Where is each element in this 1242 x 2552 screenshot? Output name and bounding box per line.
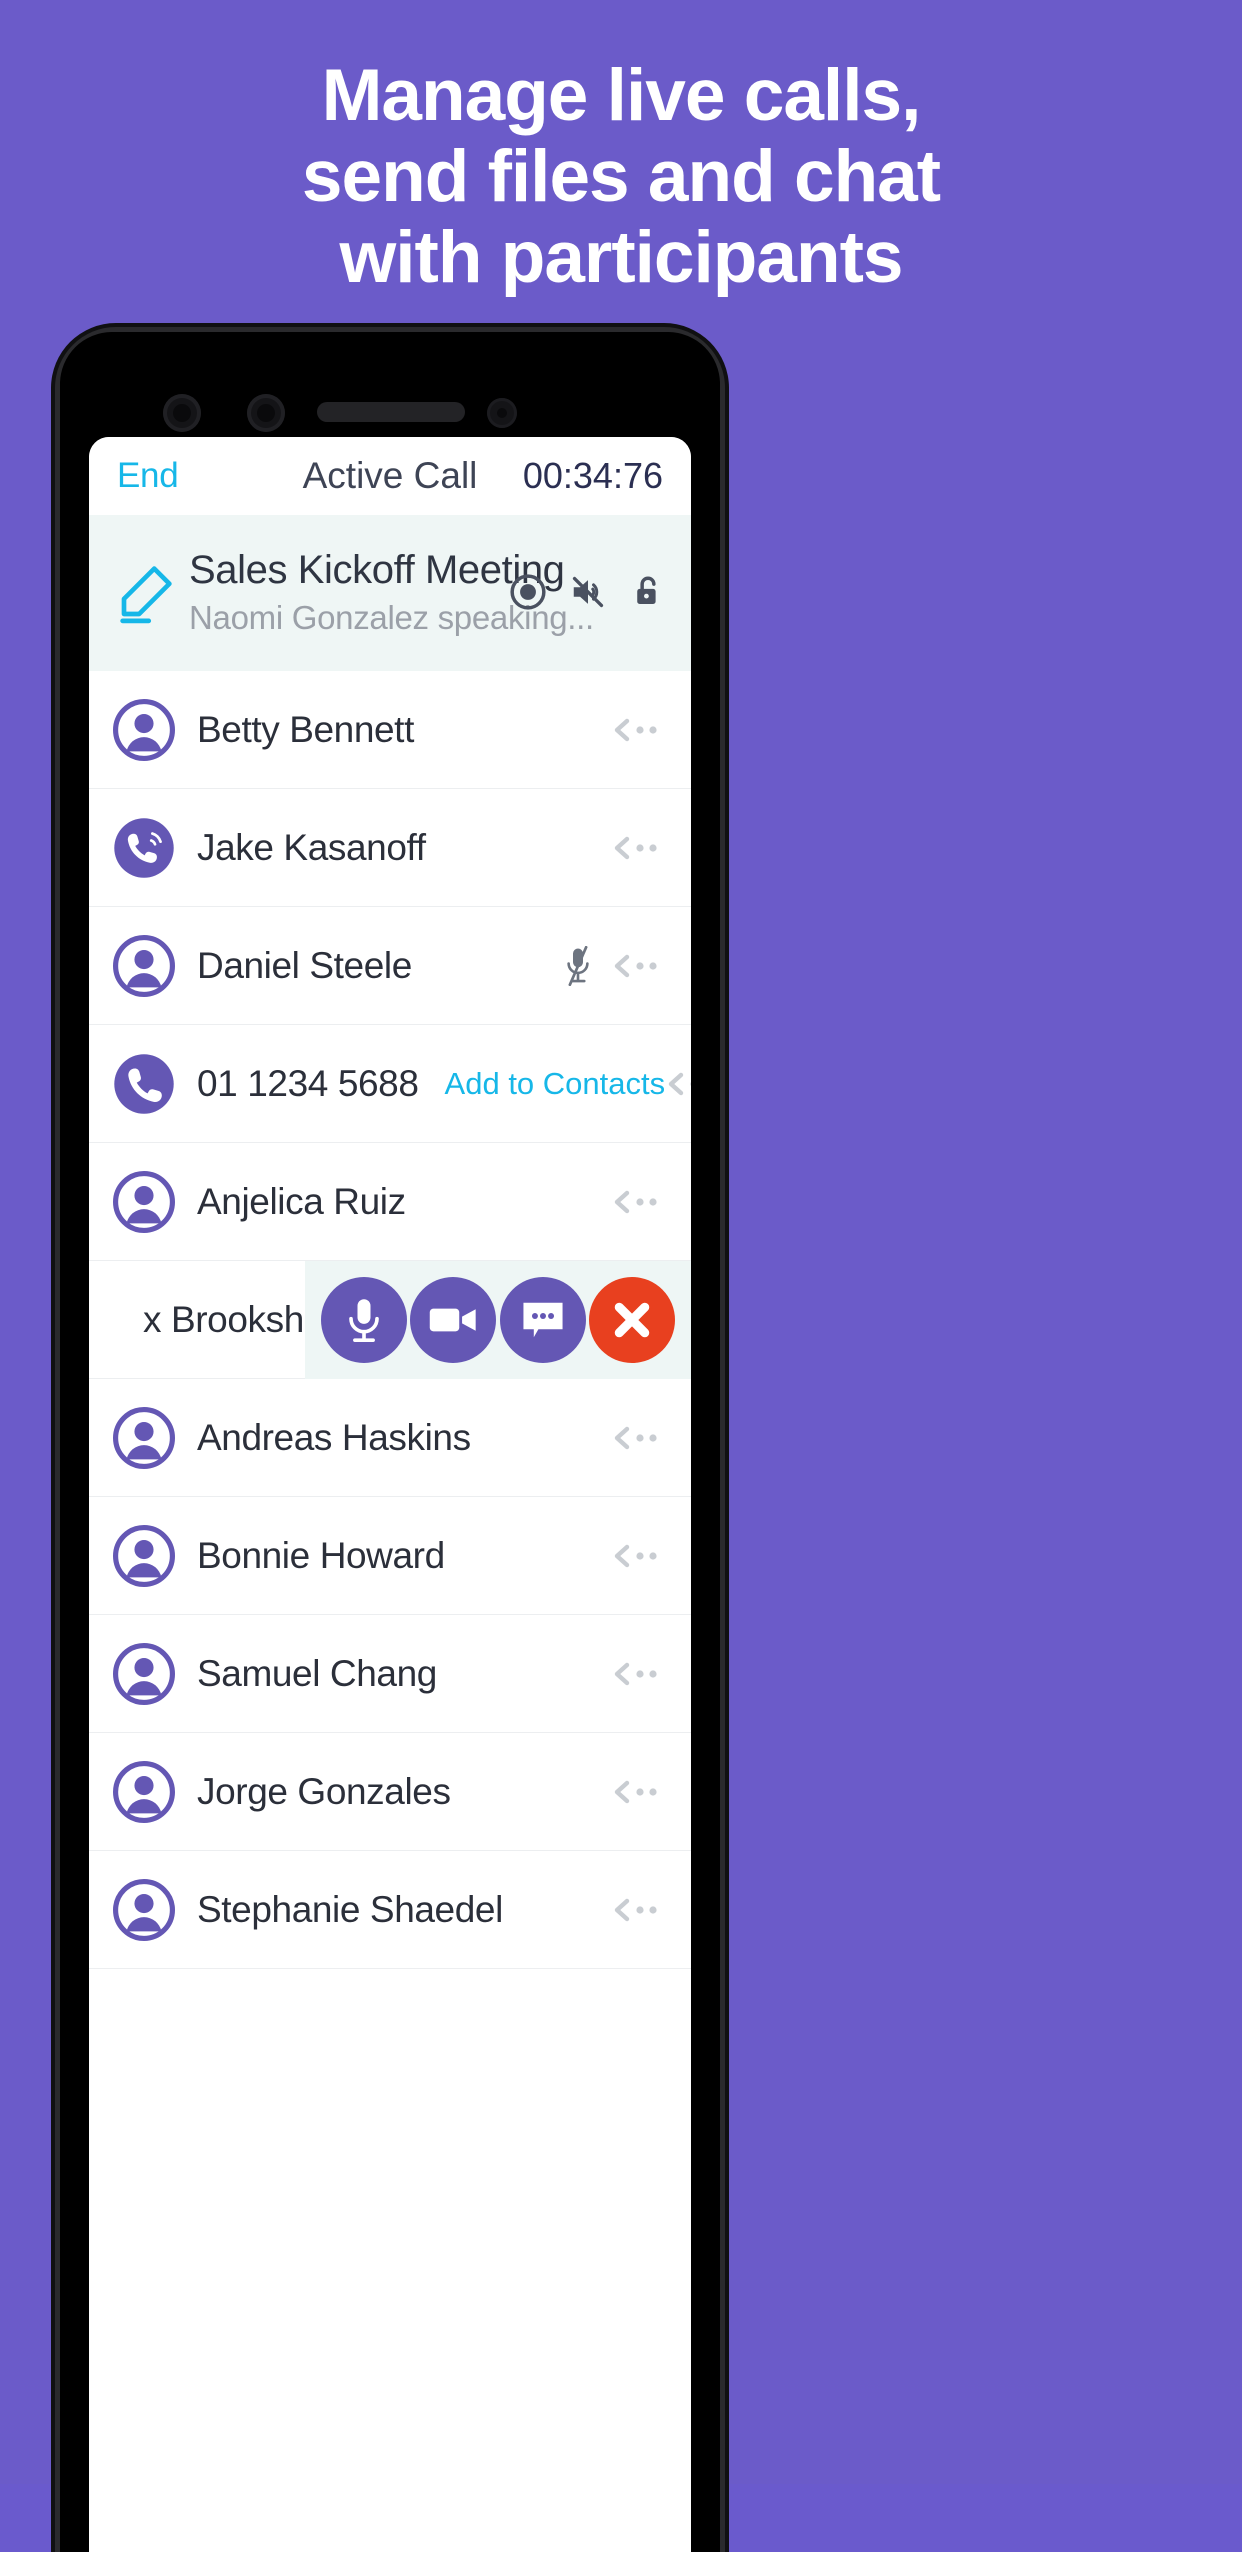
participant-row[interactable]: Jorge Gonzales xyxy=(89,1733,691,1851)
participant-row[interactable]: Daniel Steele xyxy=(89,907,691,1025)
headline-line-1: Manage live calls, xyxy=(70,55,1172,136)
row-trailing-icons xyxy=(665,1071,691,1097)
participant-row[interactable]: Anjelica Ruiz xyxy=(89,1143,691,1261)
navbar: End Active Call 00:34:76 xyxy=(89,437,691,515)
add-to-contacts-link[interactable]: Add to Contacts xyxy=(445,1066,666,1102)
swipe-chevron-icon[interactable] xyxy=(611,1897,665,1923)
phone-ring-avatar-icon xyxy=(113,817,175,879)
row-trailing-icons xyxy=(611,1897,665,1923)
row-trailing-icons xyxy=(611,1543,665,1569)
participant-name: Jake Kasanoff xyxy=(197,827,426,869)
end-call-button[interactable] xyxy=(589,1277,675,1363)
swipe-chevron-icon[interactable] xyxy=(665,1071,691,1097)
phone-bezel: End Active Call 00:34:76 Sales Kickoff M… xyxy=(60,332,720,2552)
row-trailing-icons xyxy=(611,717,665,743)
headline-line-2: send files and chat xyxy=(70,136,1172,217)
participant-row[interactable]: x Brookshire xyxy=(89,1261,691,1379)
participant-row[interactable]: Jake Kasanoff xyxy=(89,789,691,907)
close-x-icon xyxy=(609,1297,655,1343)
phone-mockup: End Active Call 00:34:76 Sales Kickoff M… xyxy=(60,332,720,2552)
microphone-icon xyxy=(342,1294,386,1346)
participant-number: 01 1234 5688 xyxy=(197,1063,419,1105)
participant-name: Jorge Gonzales xyxy=(197,1771,451,1813)
person-avatar-icon xyxy=(113,699,175,761)
person-avatar-icon xyxy=(113,1407,175,1469)
swipe-chevron-icon[interactable] xyxy=(611,717,665,743)
call-action-bar[interactable] xyxy=(305,1261,691,1379)
chat-button[interactable] xyxy=(500,1277,586,1363)
meeting-status-icons xyxy=(499,573,667,611)
swipe-chevron-icon[interactable] xyxy=(611,1543,665,1569)
swipe-chevron-icon[interactable] xyxy=(611,1779,665,1805)
phone-sensor-row xyxy=(60,384,720,440)
video-button[interactable] xyxy=(410,1277,496,1363)
headline: Manage live calls, send files and chat w… xyxy=(0,55,1242,298)
participant-row[interactable]: 01 1234 5688 Add to Contacts xyxy=(89,1025,691,1143)
headline-line-3: with participants xyxy=(70,217,1172,298)
person-avatar-icon xyxy=(113,1643,175,1705)
person-avatar-icon xyxy=(113,935,175,997)
promo-screen: Manage live calls, send files and chat w… xyxy=(0,0,1242,2484)
call-timer: 00:34:76 xyxy=(523,455,663,497)
row-trailing-icons xyxy=(611,1661,665,1687)
row-trailing-icons xyxy=(611,1779,665,1805)
participant-name: Betty Bennett xyxy=(197,709,414,751)
participant-row[interactable]: Stephanie Shaedel xyxy=(89,1851,691,1969)
row-trailing-icons xyxy=(563,946,665,986)
person-avatar-icon xyxy=(113,1761,175,1823)
participant-name: Stephanie Shaedel xyxy=(197,1889,503,1931)
pencil-icon[interactable] xyxy=(113,559,179,625)
swipe-chevron-icon[interactable] xyxy=(611,1661,665,1687)
front-sensor-icon xyxy=(247,394,285,432)
phone-avatar-icon xyxy=(113,1053,175,1115)
participant-row[interactable]: Andreas Haskins xyxy=(89,1379,691,1497)
participant-name: Anjelica Ruiz xyxy=(197,1181,406,1223)
person-avatar-icon xyxy=(113,1525,175,1587)
chat-bubble-icon xyxy=(520,1299,566,1341)
unlocked-padlock-icon[interactable] xyxy=(629,573,667,611)
meeting-title: Sales Kickoff Meeting xyxy=(189,548,499,593)
muted-microphone-icon[interactable] xyxy=(563,946,593,986)
meeting-subtitle: Naomi Gonzalez speaking... xyxy=(189,599,499,637)
participant-row[interactable]: Betty Bennett xyxy=(89,671,691,789)
microphone-button[interactable] xyxy=(321,1277,407,1363)
swipe-chevron-icon[interactable] xyxy=(611,1425,665,1451)
person-avatar-icon xyxy=(113,1879,175,1941)
record-icon[interactable] xyxy=(509,573,547,611)
earpiece-speaker xyxy=(317,402,465,422)
swipe-chevron-icon[interactable] xyxy=(611,953,665,979)
speaker-mute-icon[interactable] xyxy=(569,573,607,611)
participant-row[interactable]: Bonnie Howard xyxy=(89,1497,691,1615)
swipe-chevron-icon[interactable] xyxy=(611,835,665,861)
video-camera-icon xyxy=(428,1303,478,1337)
participant-name: Samuel Chang xyxy=(197,1653,437,1695)
participant-name: Bonnie Howard xyxy=(197,1535,445,1577)
front-camera-icon xyxy=(163,394,201,432)
end-call-link[interactable]: End xyxy=(117,456,178,496)
row-trailing-icons xyxy=(611,835,665,861)
meeting-text: Sales Kickoff Meeting Naomi Gonzalez spe… xyxy=(189,548,499,637)
participant-name: Andreas Haskins xyxy=(197,1417,471,1459)
swipe-chevron-icon[interactable] xyxy=(611,1189,665,1215)
person-avatar-icon xyxy=(113,1171,175,1233)
app-screen: End Active Call 00:34:76 Sales Kickoff M… xyxy=(89,437,691,2552)
row-trailing-icons xyxy=(611,1425,665,1451)
meeting-card[interactable]: Sales Kickoff Meeting Naomi Gonzalez spe… xyxy=(89,515,691,671)
participant-name: Daniel Steele xyxy=(197,945,412,987)
participant-row[interactable]: Samuel Chang xyxy=(89,1615,691,1733)
row-trailing-icons xyxy=(611,1189,665,1215)
participant-list[interactable]: Betty Bennett Jake Kasanoff Daniel Steel… xyxy=(89,671,691,1969)
proximity-sensor-icon xyxy=(487,398,517,428)
